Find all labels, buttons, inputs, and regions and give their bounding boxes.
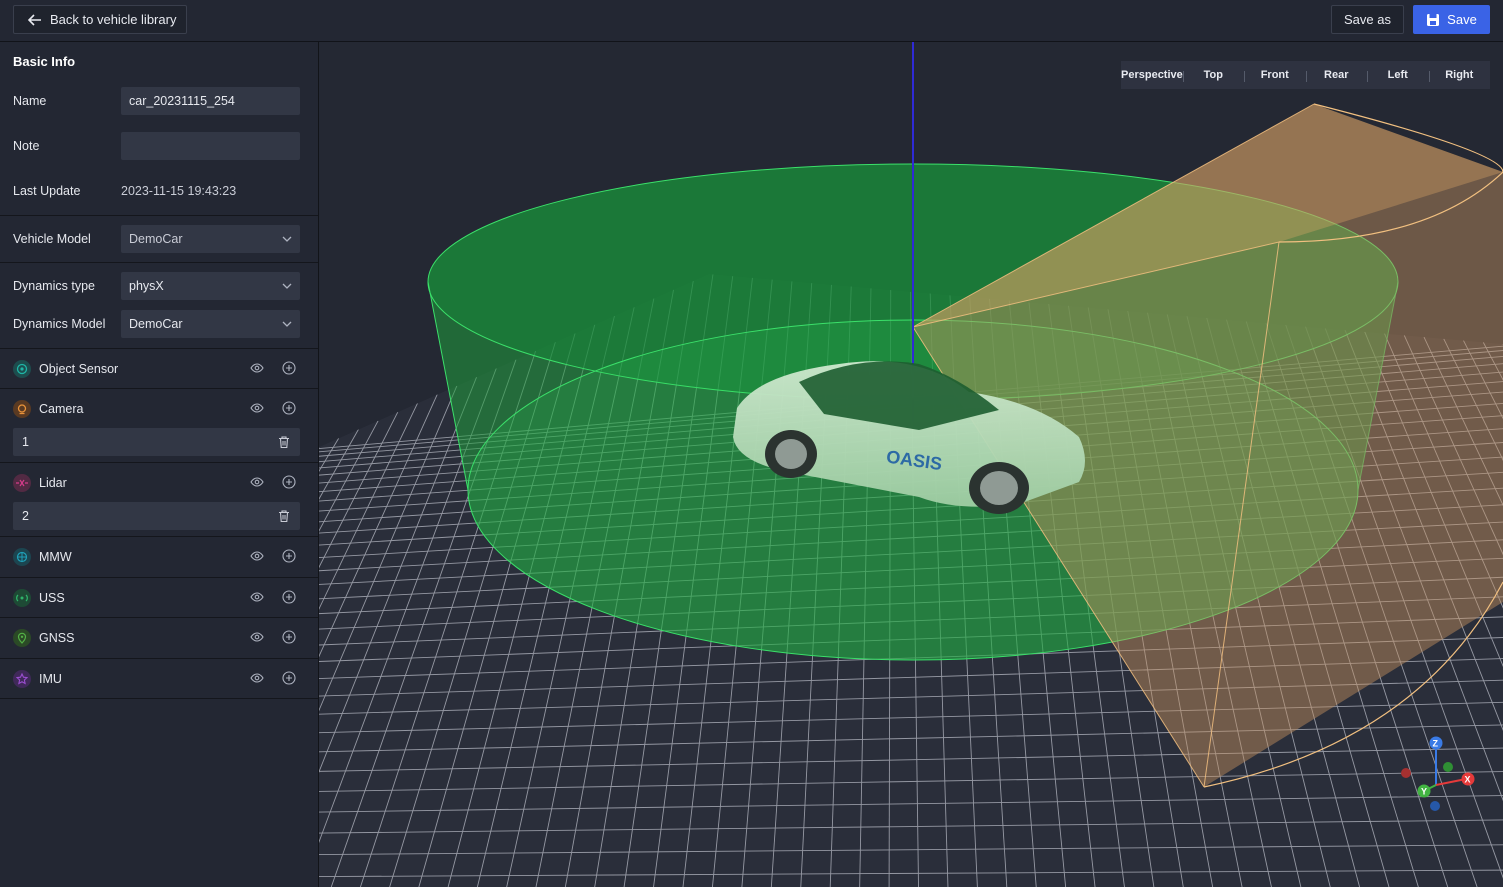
add-circle-icon[interactable] bbox=[282, 549, 296, 563]
chevron-down-icon bbox=[282, 321, 292, 327]
trash-icon[interactable] bbox=[277, 435, 291, 449]
trash-icon[interactable] bbox=[277, 509, 291, 523]
dynamics-type-select[interactable]: physX bbox=[121, 272, 300, 300]
sensor-name: Lidar bbox=[39, 476, 67, 490]
save-button[interactable]: Save bbox=[1413, 5, 1490, 34]
sensor-name: USS bbox=[39, 591, 65, 605]
name-label: Name bbox=[13, 94, 47, 108]
object-sensor-icon bbox=[13, 360, 31, 378]
dynamics-type-label: Dynamics type bbox=[13, 279, 95, 293]
mmw-icon bbox=[13, 548, 31, 566]
divider bbox=[0, 215, 318, 216]
save-as-label: Save as bbox=[1344, 12, 1391, 27]
lidar-icon bbox=[13, 474, 31, 492]
uss-icon bbox=[13, 589, 31, 607]
vehicle-model-label: Vehicle Model bbox=[13, 232, 91, 246]
add-circle-icon[interactable] bbox=[282, 590, 296, 604]
add-circle-icon[interactable] bbox=[282, 361, 296, 375]
eye-icon[interactable] bbox=[250, 401, 264, 415]
scene-canvas[interactable]: OASIS Z X Y bbox=[319, 42, 1503, 887]
view-rear-button[interactable]: Rear bbox=[1305, 69, 1368, 82]
add-circle-icon[interactable] bbox=[282, 630, 296, 644]
chevron-down-icon bbox=[282, 236, 292, 242]
divider bbox=[0, 262, 318, 263]
dynamics-model-select[interactable]: DemoCar bbox=[121, 310, 300, 338]
vehicle-model-value: DemoCar bbox=[129, 232, 183, 246]
divider bbox=[0, 698, 318, 699]
add-circle-icon[interactable] bbox=[282, 671, 296, 685]
back-button-label: Back to vehicle library bbox=[50, 12, 177, 27]
view-perspective-button[interactable]: Perspective bbox=[1121, 69, 1183, 81]
vehicle-model-select[interactable]: DemoCar bbox=[121, 225, 300, 253]
sensor-group-imu: IMU bbox=[0, 659, 318, 699]
name-input[interactable]: car_20231115_254 bbox=[121, 87, 300, 115]
eye-icon[interactable] bbox=[250, 549, 264, 563]
eye-icon[interactable] bbox=[250, 630, 264, 644]
camera-icon bbox=[13, 400, 31, 418]
eye-icon[interactable] bbox=[250, 590, 264, 604]
add-circle-icon[interactable] bbox=[282, 401, 296, 415]
dynamics-model-label: Dynamics Model bbox=[13, 317, 106, 331]
sensor-group-camera: Camera bbox=[0, 389, 318, 429]
z-axis-label: Z bbox=[1433, 739, 1439, 749]
eye-icon[interactable] bbox=[250, 671, 264, 685]
y-axis-label: Y bbox=[1421, 787, 1427, 797]
sensor-name: Camera bbox=[39, 402, 84, 416]
back-to-library-button[interactable]: Back to vehicle library bbox=[13, 5, 187, 34]
sensor-group-object-sensor: Object Sensor bbox=[0, 349, 318, 389]
gnss-icon bbox=[13, 629, 31, 647]
dynamics-model-value: DemoCar bbox=[129, 317, 183, 331]
x-axis-label: X bbox=[1465, 775, 1471, 785]
eye-icon[interactable] bbox=[250, 361, 264, 375]
last-update-label: Last Update bbox=[13, 184, 81, 198]
dynamics-type-value: physX bbox=[129, 279, 164, 293]
sensor-name: MMW bbox=[39, 550, 72, 564]
sensor-group-uss: USS bbox=[0, 578, 318, 618]
view-left-button[interactable]: Left bbox=[1367, 69, 1429, 82]
view-front-button[interactable]: Front bbox=[1244, 69, 1306, 82]
view-mode-toolbar: Perspective Top Front Rear Left Right bbox=[1121, 61, 1490, 89]
top-bar: Back to vehicle library Save as Save bbox=[0, 0, 1503, 42]
arrow-left-icon bbox=[28, 13, 41, 26]
last-update-value: 2023-11-15 19:43:23 bbox=[121, 184, 237, 198]
view-top-button[interactable]: Top bbox=[1182, 69, 1245, 82]
camera-instance-label: 1 bbox=[22, 435, 29, 449]
basic-info-title: Basic Info bbox=[13, 54, 76, 69]
3d-viewport[interactable]: OASIS Z X Y Perspective Top Front Rear L… bbox=[319, 42, 1503, 887]
sensor-group-lidar: Lidar bbox=[0, 463, 318, 503]
properties-panel: Basic Info Name car_20231115_254 Note La… bbox=[0, 42, 319, 887]
view-right-button[interactable]: Right bbox=[1428, 69, 1491, 82]
note-label: Note bbox=[13, 139, 40, 153]
sensor-group-gnss: GNSS bbox=[0, 618, 318, 658]
sensor-group-mmw: MMW bbox=[0, 537, 318, 577]
sensor-name: IMU bbox=[39, 672, 62, 686]
lidar-instance-label: 2 bbox=[22, 509, 29, 523]
chevron-down-icon bbox=[282, 283, 292, 289]
sensor-name: GNSS bbox=[39, 631, 75, 645]
save-as-button[interactable]: Save as bbox=[1331, 5, 1404, 34]
add-circle-icon[interactable] bbox=[282, 475, 296, 489]
imu-icon bbox=[13, 670, 31, 688]
sensor-name: Object Sensor bbox=[39, 362, 119, 376]
camera-instance-item[interactable]: 1 bbox=[13, 428, 300, 456]
note-input[interactable] bbox=[121, 132, 300, 160]
lidar-instance-item[interactable]: 2 bbox=[13, 502, 300, 530]
save-label: Save bbox=[1447, 12, 1477, 27]
eye-icon[interactable] bbox=[250, 475, 264, 489]
floppy-disk-icon bbox=[1427, 13, 1440, 26]
